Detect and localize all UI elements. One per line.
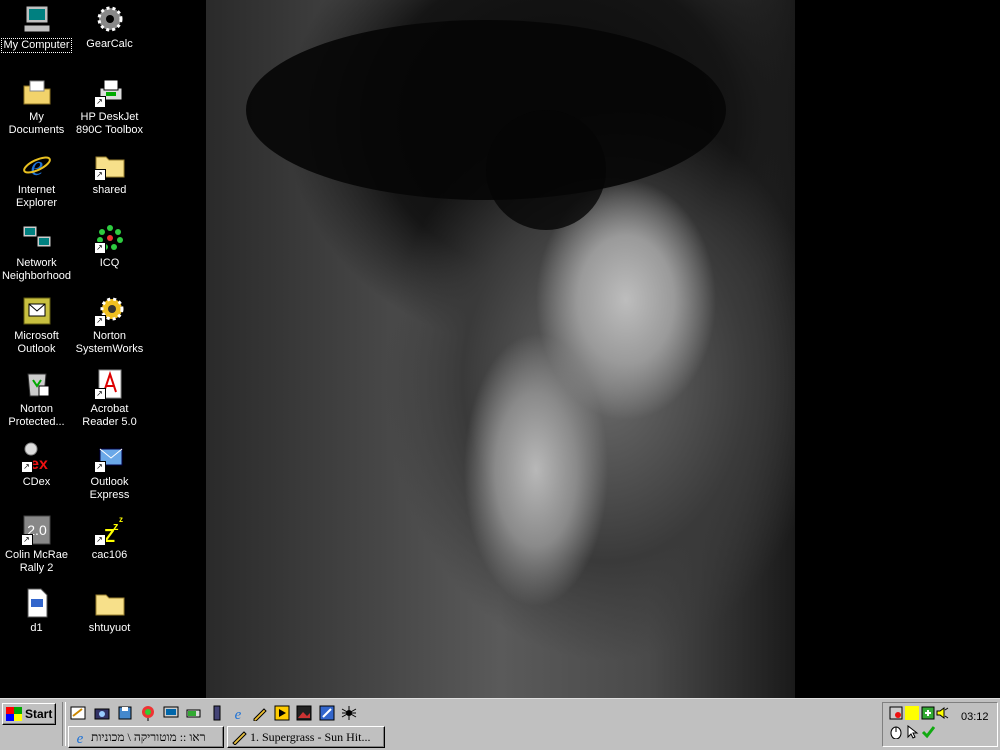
start-label: Start	[25, 707, 53, 721]
internet-explorer-icon: e	[21, 149, 53, 182]
quick-launch-separator	[62, 702, 66, 746]
sleep-zzz-icon: Zzz ↗	[93, 514, 126, 546]
monitor-icon[interactable]	[163, 705, 179, 721]
system-tray: 03:12	[882, 702, 998, 747]
gearcalc-icon	[94, 3, 126, 35]
svg-text:e: e	[30, 151, 42, 181]
outlook-icon	[21, 295, 53, 327]
svg-text:e: e	[235, 707, 242, 721]
tall-device-icon[interactable]	[209, 705, 225, 721]
desktop-icon-outlook-express[interactable]: ↗ Outlook Express	[73, 441, 146, 502]
desktop-icon-microsoft-outlook[interactable]: Microsoft Outlook	[0, 295, 73, 356]
desktop-icon-cac106[interactable]: Zzz ↗ cac106	[73, 514, 146, 562]
yellow-icon[interactable]	[905, 706, 919, 720]
show-desktop-icon[interactable]	[70, 705, 86, 721]
battery-icon[interactable]	[186, 705, 202, 721]
desktop-icon-internet-explorer[interactable]: e Internet Explorer	[0, 149, 73, 210]
pencil-icon[interactable]	[252, 705, 268, 721]
clock[interactable]: 03:12	[961, 711, 989, 723]
disk-icon[interactable]	[117, 705, 133, 721]
desktop-icon-d1[interactable]: d1	[0, 587, 73, 635]
windows-logo-icon	[6, 707, 22, 721]
ie-icon: e	[77, 731, 84, 745]
folder-icon	[94, 587, 126, 619]
task-button-browser[interactable]: e ראו :: מוטוריקה \ מכוניות	[68, 726, 224, 748]
wallpaper-portrait	[206, 0, 795, 698]
task-button-winamp[interactable]: 1. Supergrass - Sun Hit...	[227, 726, 385, 748]
desktop-icon-hp-deskjet[interactable]: ↗ HP DeskJet 890C Toolbox	[73, 76, 146, 137]
speaker-icon[interactable]	[935, 706, 949, 720]
recycle-bin-icon	[21, 368, 53, 400]
cursor-icon[interactable]	[905, 725, 919, 739]
desktop-icon-gearcalc[interactable]: GearCalc	[73, 3, 146, 51]
media-player-icon[interactable]	[274, 705, 290, 721]
acrobat-icon: ↗	[93, 368, 126, 400]
green-check-icon[interactable]	[921, 725, 935, 739]
network-icon[interactable]	[889, 706, 903, 720]
photo-icon[interactable]	[296, 705, 312, 721]
task-label: 1. Supergrass - Sun Hit...	[250, 729, 371, 744]
norton-systemworks-icon: ↗	[93, 295, 126, 327]
svg-text:e: e	[77, 731, 84, 745]
balloon-icon[interactable]	[140, 705, 156, 721]
my-documents-folder-icon	[21, 76, 53, 108]
spider-icon[interactable]	[341, 705, 357, 721]
network-neighborhood-icon	[21, 222, 53, 254]
desktop-icon-my-documents[interactable]: My Documents	[0, 76, 73, 137]
icq-flower-icon: ↗	[93, 222, 126, 254]
tool-icon[interactable]	[319, 705, 335, 721]
svg-text:z: z	[119, 515, 123, 524]
printer-icon: ↗	[93, 76, 126, 108]
desktop-icon-cdex[interactable]: ex ↗ CDex	[0, 441, 73, 489]
desktop-icon-shared[interactable]: ↗ shared	[73, 149, 146, 197]
winamp-icon	[232, 731, 247, 745]
folder-icon: ↗	[93, 149, 126, 181]
mouse-icon[interactable]	[889, 725, 903, 739]
desktop-icon-norton-systemworks[interactable]: ↗ Norton SystemWorks	[73, 295, 146, 356]
cdex-icon: ex ↗	[20, 441, 53, 473]
my-computer-icon	[21, 3, 53, 35]
start-button[interactable]: Start	[2, 703, 56, 725]
desktop-icon-shtuyuot[interactable]: shtuyuot	[73, 587, 146, 635]
volume-add-icon[interactable]	[921, 706, 935, 720]
document-file-icon	[21, 587, 53, 619]
taskbar: Start e e ראו :: מוטוריקה \ מכוניות 1. S…	[0, 698, 1000, 750]
task-label: ראו :: מוטוריקה \ מכוניות	[91, 729, 206, 744]
desktop-icon-network-neighborhood[interactable]: Network Neighborhood	[0, 222, 73, 283]
rally-icon: 2.0 ↗	[20, 514, 53, 546]
desktop-icon-acrobat-reader[interactable]: ↗ Acrobat Reader 5.0	[73, 368, 146, 429]
outlook-express-icon: ↗	[93, 441, 126, 473]
desktop-icon-norton-protected[interactable]: Norton Protected...	[0, 368, 73, 429]
desktop-icon-my-computer[interactable]: My Computer	[0, 3, 73, 53]
desktop-icon-colin-mcrae-rally[interactable]: 2.0 ↗ Colin McRae Rally 2	[0, 514, 73, 575]
ie-icon[interactable]: e	[230, 705, 246, 721]
desktop[interactable]: My Computer GearCalc My Documents ↗ HP D…	[0, 0, 1000, 698]
camera-icon[interactable]	[94, 705, 110, 721]
desktop-icon-icq[interactable]: ↗ ICQ	[73, 222, 146, 270]
